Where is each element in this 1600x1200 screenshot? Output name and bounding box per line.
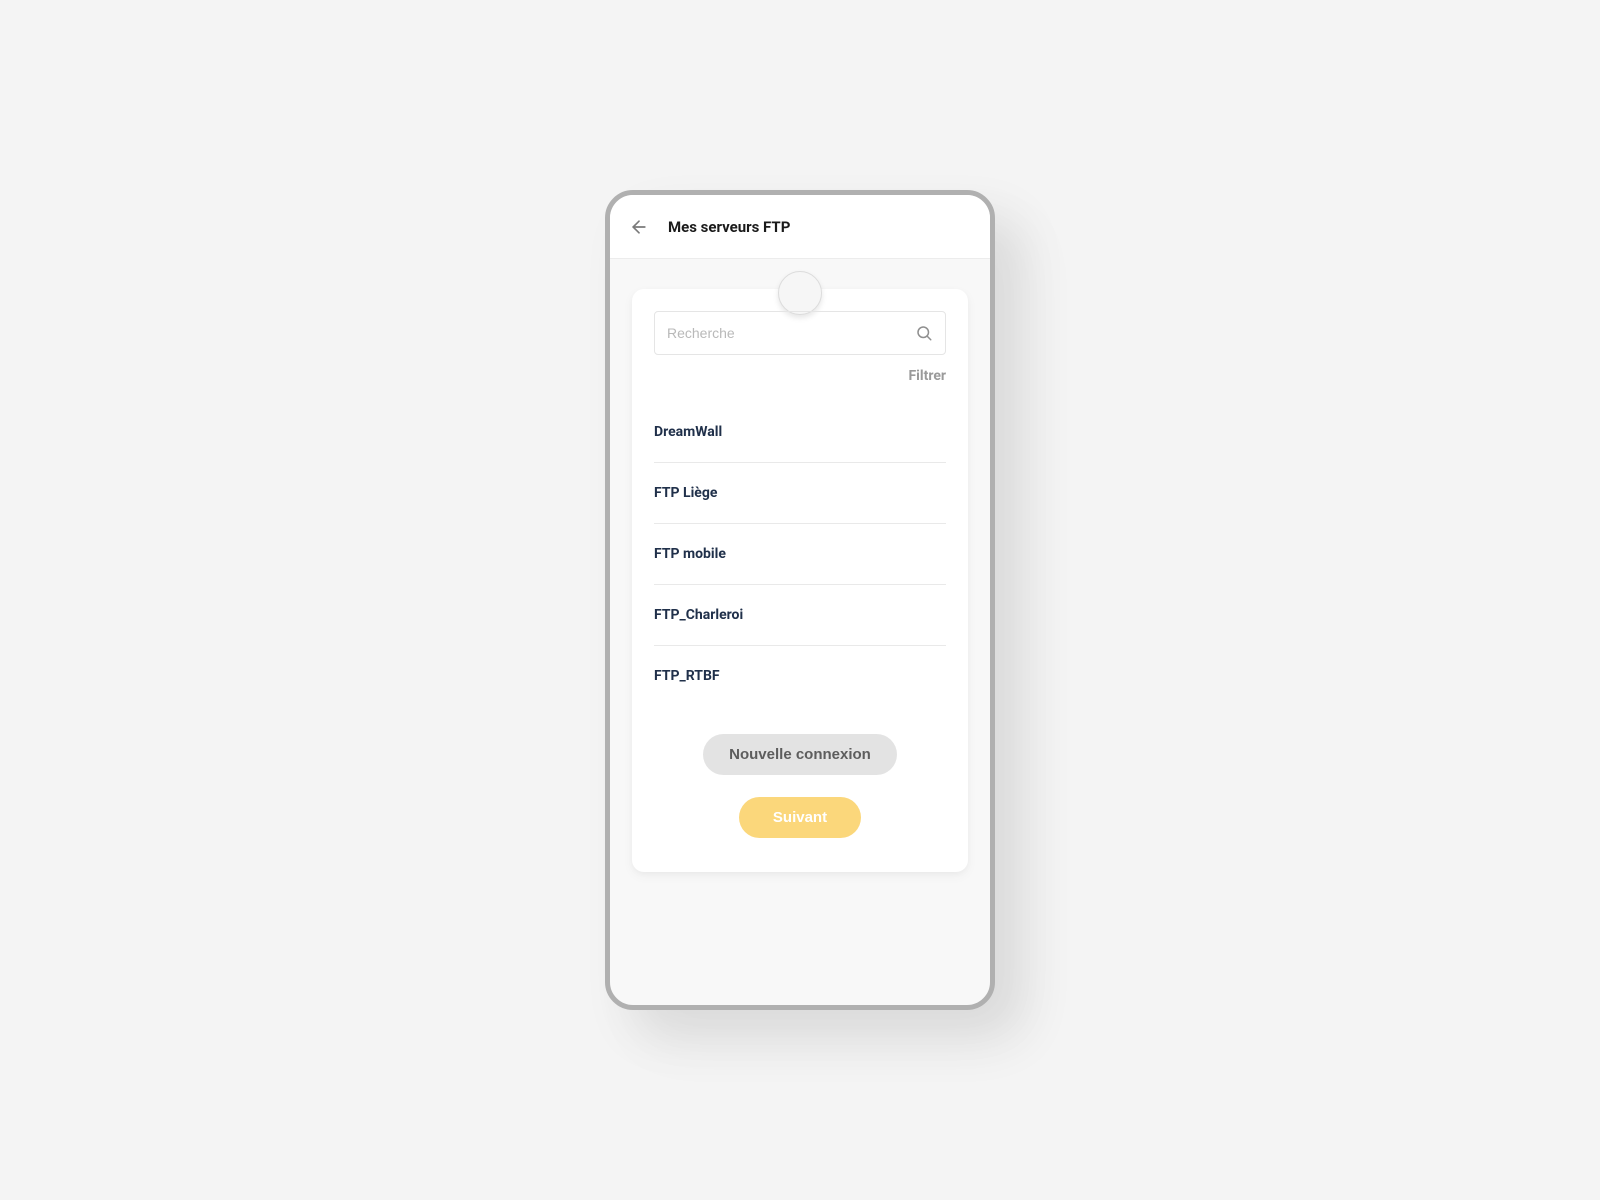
touch-indicator-icon bbox=[778, 271, 822, 315]
server-list-item[interactable]: FTP_RTBF bbox=[654, 646, 946, 706]
server-list-item[interactable]: DreamWall bbox=[654, 402, 946, 463]
filter-button[interactable]: Filtrer bbox=[908, 368, 946, 384]
back-arrow-icon[interactable] bbox=[628, 216, 650, 238]
server-list: DreamWall FTP Liège FTP mobile FTP_Charl… bbox=[654, 402, 946, 706]
page-title: Mes serveurs FTP bbox=[668, 218, 790, 236]
search-input[interactable] bbox=[667, 325, 915, 341]
new-connection-button[interactable]: Nouvelle connexion bbox=[703, 734, 897, 775]
server-list-item[interactable]: FTP mobile bbox=[654, 524, 946, 585]
content-card: Filtrer DreamWall FTP Liège FTP mobile F… bbox=[632, 289, 968, 872]
next-button[interactable]: Suivant bbox=[739, 797, 861, 838]
search-field-container bbox=[654, 311, 946, 355]
server-list-item[interactable]: FTP_Charleroi bbox=[654, 585, 946, 646]
app-header: Mes serveurs FTP bbox=[610, 195, 990, 259]
phone-frame: Mes serveurs FTP Filtrer DreamWall FTP L… bbox=[605, 190, 995, 1010]
filter-row: Filtrer bbox=[654, 355, 946, 402]
server-list-item[interactable]: FTP Liège bbox=[654, 463, 946, 524]
search-icon[interactable] bbox=[915, 324, 933, 342]
button-group: Nouvelle connexion Suivant bbox=[654, 734, 946, 838]
